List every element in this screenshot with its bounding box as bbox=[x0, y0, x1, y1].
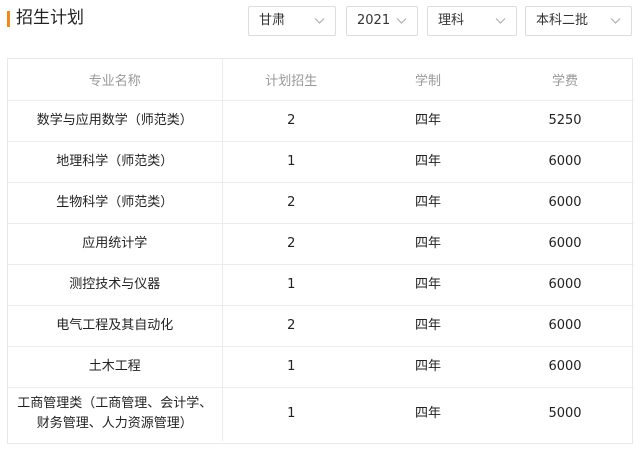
duration-cell: 四年 bbox=[360, 223, 496, 265]
plan-cell: 1 bbox=[287, 406, 296, 422]
plan-cell: 1 bbox=[222, 346, 360, 388]
plan-cell: 2 bbox=[222, 182, 360, 224]
subject-select[interactable]: 理科 bbox=[427, 6, 517, 36]
chevron-down-icon bbox=[396, 18, 407, 24]
header-plan: 计划招生 bbox=[222, 59, 360, 101]
batch-select[interactable]: 本科二批 bbox=[525, 6, 632, 36]
table-row: 应用统计学 2 四年 6000 bbox=[8, 223, 634, 265]
duration-cell: 四年 bbox=[414, 406, 441, 422]
duration-cell: 四年 bbox=[360, 141, 496, 183]
table-header-row: 专业名称 计划招生 学制 学费 bbox=[8, 59, 634, 101]
page-title: 招生计划 bbox=[16, 8, 84, 28]
batch-select-value: 本科二批 bbox=[536, 13, 589, 28]
major-cell: 生物科学（师范类） bbox=[8, 182, 223, 224]
duration-cell: 四年 bbox=[360, 305, 496, 347]
plan-cell: 1 bbox=[222, 264, 360, 306]
major-cell: 测控技术与仪器 bbox=[8, 264, 223, 306]
header: 招生计划 甘肃 2021 理科 本科二批 bbox=[0, 0, 640, 40]
chevron-down-icon bbox=[314, 18, 325, 24]
duration-cell: 四年 bbox=[360, 346, 496, 388]
fee-cell: 6000 bbox=[496, 141, 634, 183]
major-cell: 地理科学（师范类） bbox=[8, 141, 223, 183]
major-cell: 数学与应用数学（师范类） bbox=[8, 100, 223, 142]
header-duration: 学制 bbox=[360, 59, 496, 101]
fee-cell: 5250 bbox=[496, 100, 634, 142]
table-row: 工商管理类（工商管理、会计学、财务管理、人力资源管理） 1 四年 5000 bbox=[8, 387, 634, 441]
major-cell: 应用统计学 bbox=[8, 223, 223, 265]
year-select-value: 2021 bbox=[357, 13, 391, 28]
table-row: 地理科学（师范类） 1 四年 6000 bbox=[8, 141, 634, 183]
table-row: 测控技术与仪器 1 四年 6000 bbox=[8, 264, 634, 306]
fee-cell: 6000 bbox=[496, 182, 634, 224]
fee-cell: 6000 bbox=[496, 264, 634, 306]
plan-cell: 2 bbox=[222, 100, 360, 142]
province-select[interactable]: 甘肃 bbox=[248, 6, 336, 36]
title-accent-bar bbox=[7, 11, 10, 27]
table-row: 土木工程 1 四年 6000 bbox=[8, 346, 634, 388]
chevron-down-icon bbox=[610, 18, 621, 24]
major-cell: 电气工程及其自动化 bbox=[8, 305, 223, 347]
enrollment-plan-table: 专业名称 计划招生 学制 学费 数学与应用数学（师范类） 2 四年 5250 地… bbox=[7, 58, 634, 444]
fee-cell: 6000 bbox=[496, 223, 634, 265]
fee-cell: 5000 bbox=[548, 406, 582, 422]
chevron-down-icon bbox=[495, 18, 506, 24]
major-cell: 土木工程 bbox=[8, 346, 223, 388]
table-row: 电气工程及其自动化 2 四年 6000 bbox=[8, 305, 634, 347]
plan-cell: 1 bbox=[222, 141, 360, 183]
major-cell: 工商管理类（工商管理、会计学、财务管理、人力资源管理） bbox=[8, 387, 223, 441]
header-major: 专业名称 bbox=[8, 59, 223, 101]
duration-cell: 四年 bbox=[360, 182, 496, 224]
fee-cell: 6000 bbox=[496, 346, 634, 388]
year-select[interactable]: 2021 bbox=[346, 6, 418, 36]
table-row: 数学与应用数学（师范类） 2 四年 5250 bbox=[8, 100, 634, 142]
duration-cell: 四年 bbox=[360, 264, 496, 306]
subject-select-value: 理科 bbox=[438, 13, 465, 28]
duration-cell: 四年 bbox=[360, 100, 496, 142]
fee-cell: 6000 bbox=[496, 305, 634, 347]
plan-cell: 2 bbox=[222, 223, 360, 265]
province-select-value: 甘肃 bbox=[259, 13, 286, 28]
header-fee: 学费 bbox=[496, 59, 634, 101]
plan-cell: 2 bbox=[222, 305, 360, 347]
table-row: 生物科学（师范类） 2 四年 6000 bbox=[8, 182, 634, 224]
